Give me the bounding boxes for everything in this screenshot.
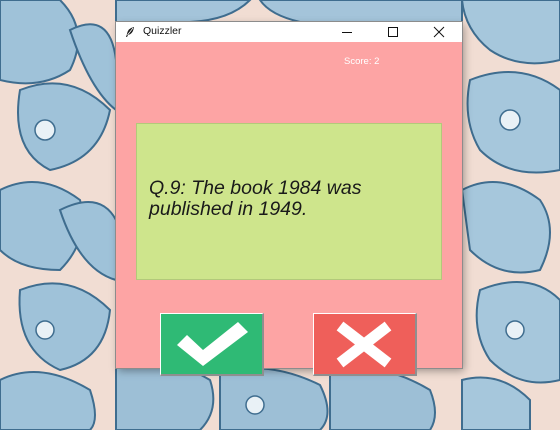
minimize-icon [342, 32, 352, 33]
quiz-content: Score: 2 Q.9: The book 1984 was publishe… [116, 42, 462, 376]
maximize-button[interactable] [370, 22, 416, 42]
check-icon [177, 322, 248, 366]
quizzler-window: Quizzler Score: 2 Q.9: The book 1984 was… [116, 22, 462, 376]
question-card: Q.9: The book 1984 was published in 1949… [136, 123, 442, 280]
feather-icon [126, 27, 134, 37]
close-button[interactable] [416, 22, 462, 42]
title-bar[interactable]: Quizzler [116, 22, 462, 42]
cross-icon [336, 321, 392, 368]
false-button[interactable] [313, 313, 417, 376]
question-text: Q.9: The book 1984 was published in 1949… [149, 177, 362, 220]
score-label: Score: 2 [344, 56, 380, 67]
window-title: Quizzler [143, 25, 182, 37]
true-button[interactable] [160, 313, 264, 376]
maximize-icon [388, 27, 398, 37]
close-icon [433, 26, 445, 38]
minimize-button[interactable] [324, 22, 370, 42]
